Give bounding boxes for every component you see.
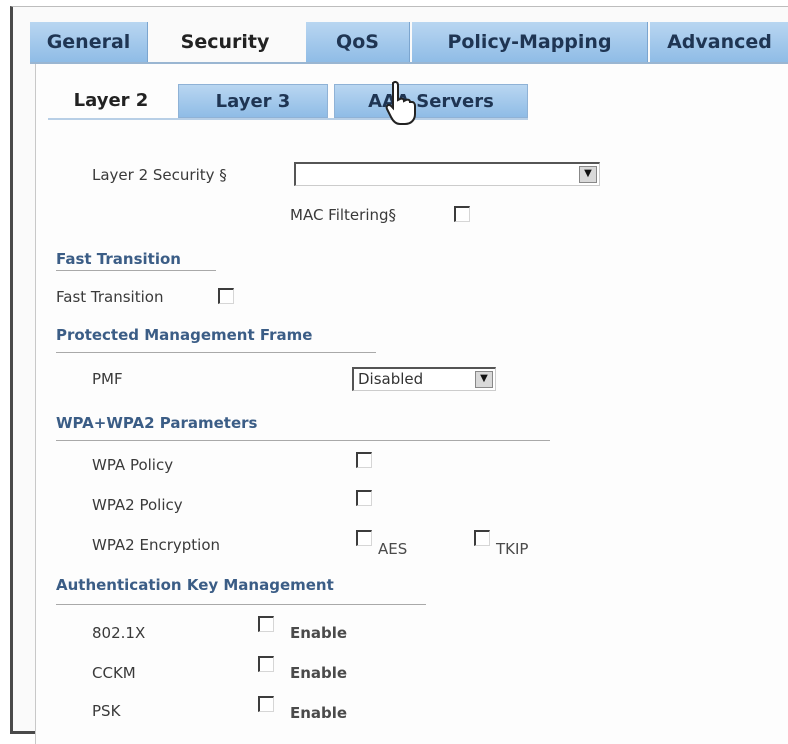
mac-filtering-label: MAC Filtering§ xyxy=(290,206,397,224)
main-tab-bar: General Security QoS Policy-Mapping Adva… xyxy=(30,20,788,64)
subtab-divider xyxy=(48,118,528,120)
chevron-down-icon: ▼ xyxy=(475,371,493,388)
tkip-checkbox[interactable] xyxy=(474,530,490,546)
layer2-security-label: Layer 2 Security § xyxy=(92,166,227,184)
aes-label: AES xyxy=(378,540,408,558)
divider xyxy=(56,352,376,353)
wpa-policy-label: WPA Policy xyxy=(92,456,174,474)
akm-heading: Authentication Key Management xyxy=(56,576,334,594)
tab-qos[interactable]: QoS xyxy=(306,22,410,62)
tab-general[interactable]: General xyxy=(30,22,148,62)
akm-psk-checkbox[interactable] xyxy=(258,696,274,712)
pmf-select[interactable]: Disabled ▼ xyxy=(352,367,496,391)
tab-advanced[interactable]: Advanced xyxy=(650,22,788,62)
akm-8021x-checkbox[interactable] xyxy=(258,616,274,632)
wpa2-policy-label: WPA2 Policy xyxy=(92,496,183,514)
wpa-parameters-heading: WPA+WPA2 Parameters xyxy=(56,414,258,432)
chevron-down-icon: ▼ xyxy=(579,166,597,183)
subtab-layer3[interactable]: Layer 3 xyxy=(178,84,328,118)
akm-psk-enable-label: Enable xyxy=(290,704,348,722)
fast-transition-label: Fast Transition xyxy=(56,288,164,306)
akm-8021x-label: 802.1X xyxy=(92,624,146,642)
akm-cckm-label: CCKM xyxy=(92,664,136,682)
aes-checkbox[interactable] xyxy=(356,530,372,546)
tab-security[interactable]: Security xyxy=(150,20,300,64)
akm-cckm-checkbox[interactable] xyxy=(258,656,274,672)
akm-cckm-enable-label: Enable xyxy=(290,664,348,682)
fast-transition-heading: Fast Transition xyxy=(56,250,181,268)
layer2-security-select[interactable]: ▼ xyxy=(294,162,600,186)
hand-cursor-icon xyxy=(385,80,416,125)
divider xyxy=(56,270,216,271)
subtab-aaa-servers[interactable]: AAA Servers xyxy=(334,84,528,118)
wpa-policy-checkbox[interactable] xyxy=(356,452,372,468)
tab-policy-mapping[interactable]: Policy-Mapping xyxy=(412,22,648,62)
divider xyxy=(56,440,550,441)
wpa2-encryption-label: WPA2 Encryption xyxy=(92,536,221,554)
pmf-value: Disabled xyxy=(358,370,424,388)
fast-transition-checkbox[interactable] xyxy=(218,288,234,304)
wpa2-policy-checkbox[interactable] xyxy=(356,490,372,506)
subtab-layer2[interactable]: Layer 2 xyxy=(52,84,170,118)
tkip-label: TKIP xyxy=(496,540,529,558)
mac-filtering-checkbox[interactable] xyxy=(454,206,470,222)
akm-8021x-enable-label: Enable xyxy=(290,624,348,642)
pmf-label: PMF xyxy=(92,370,123,388)
pmf-heading: Protected Management Frame xyxy=(56,326,313,344)
akm-psk-label: PSK xyxy=(92,702,121,720)
divider xyxy=(56,604,426,605)
